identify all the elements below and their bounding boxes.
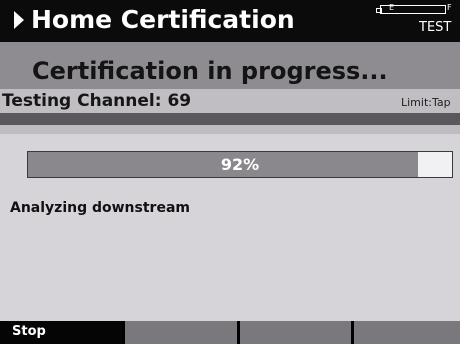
stop-button[interactable]: Stop [0,321,122,344]
page-title: Home Certification [31,5,295,34]
divider-dark [0,113,460,125]
softkey-4[interactable] [354,321,460,344]
battery-cap [376,8,382,13]
limit-label: Limit:Tap [401,96,451,109]
screen: Home Certification E F TEST Certificatio… [0,0,460,344]
play-arrow-icon [14,11,24,29]
progress-label: 92% [220,155,260,174]
status-text: Analyzing downstream [10,200,190,216]
softkey-2[interactable] [125,321,237,344]
progress-bar: 92% [27,151,453,178]
title-bar: Home Certification E F TEST [0,0,460,42]
battery-empty-label: E [389,3,395,12]
banner-text: Certification in progress... [32,57,388,85]
battery-full-label: F [447,3,452,12]
divider-light [0,125,460,134]
mode-indicator: TEST [419,20,452,35]
stop-button-label: Stop [12,324,46,339]
softkey-3[interactable] [240,321,351,344]
channel-label: Testing Channel: 69 [2,91,192,111]
